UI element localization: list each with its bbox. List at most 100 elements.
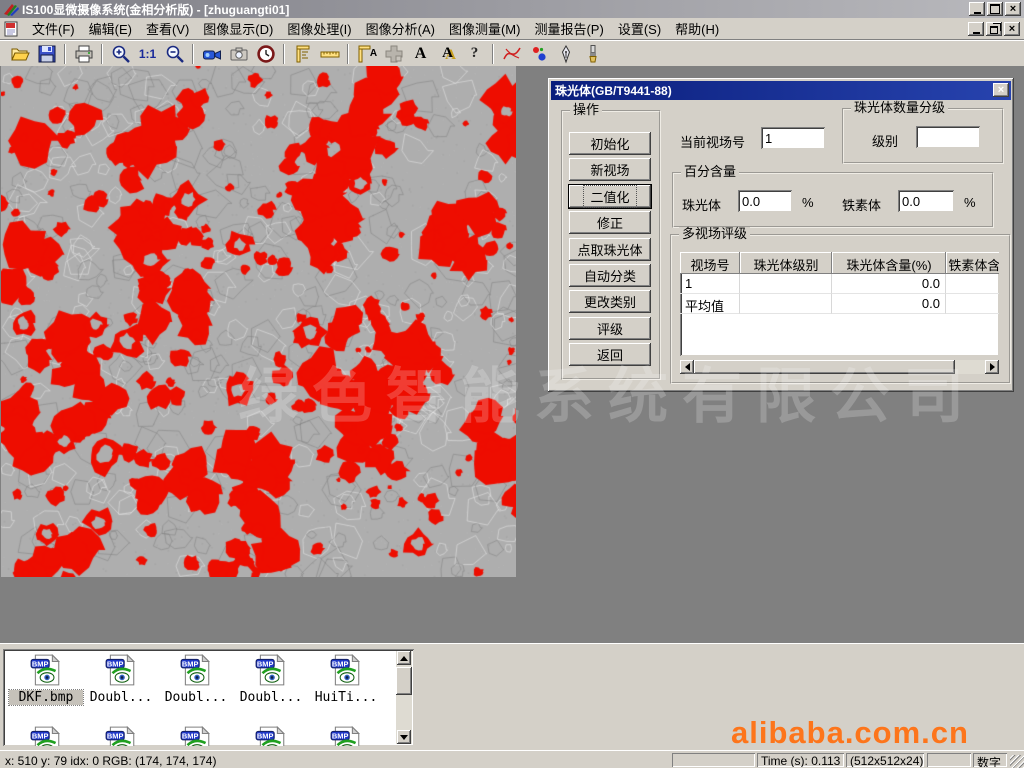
menu-item-5[interactable]: 图像处理(I) bbox=[280, 16, 358, 41]
menu-item-7[interactable]: 图像测量(M) bbox=[442, 16, 528, 41]
op-button-5[interactable]: 点取珠光体 bbox=[569, 238, 651, 261]
pen-icon[interactable] bbox=[552, 42, 579, 65]
menu-item-10[interactable]: 帮助(H) bbox=[668, 16, 726, 41]
menu-items: 文件(F)编辑(E)查看(V)图像显示(D)图像处理(I)图像分析(A)图像测量… bbox=[25, 16, 726, 41]
menu-item-3[interactable]: 查看(V) bbox=[139, 16, 196, 41]
zoom-in-icon[interactable] bbox=[107, 42, 134, 65]
help-icon[interactable]: ? bbox=[461, 42, 488, 65]
curve-icon[interactable] bbox=[498, 42, 525, 65]
menu-item-9[interactable]: 设置(S) bbox=[611, 16, 668, 41]
save-icon[interactable] bbox=[33, 42, 60, 65]
table-row-2[interactable]: 平均值 0.0 bbox=[680, 294, 999, 314]
file-item-4[interactable]: BMPDoubl... bbox=[234, 653, 308, 705]
grid-cross-icon[interactable] bbox=[380, 42, 407, 65]
op-button-6[interactable]: 自动分类 bbox=[569, 264, 651, 287]
file-item-3[interactable]: BMPDoubl... bbox=[159, 653, 233, 705]
op-button-1[interactable]: 初始化 bbox=[569, 132, 651, 155]
child-restore-button[interactable] bbox=[986, 22, 1002, 36]
op-button-8[interactable]: 评级 bbox=[569, 317, 651, 340]
close-button[interactable]: × bbox=[1005, 2, 1021, 16]
particles-icon[interactable] bbox=[525, 42, 552, 65]
menu-item-2[interactable]: 编辑(E) bbox=[82, 16, 139, 41]
actual-size-icon[interactable]: 1:1 bbox=[134, 42, 161, 65]
svg-text:BMP: BMP bbox=[107, 659, 124, 668]
scroll-right-button[interactable] bbox=[985, 360, 999, 374]
annotate-icon[interactable]: A bbox=[434, 42, 461, 65]
bmp-file-icon: BMP bbox=[159, 725, 233, 746]
zoom-out-icon[interactable] bbox=[161, 42, 188, 65]
file-item-2[interactable]: BMPDoubl... bbox=[84, 653, 158, 705]
caliper-icon[interactable] bbox=[289, 42, 316, 65]
bmp-file-icon: BMP bbox=[234, 725, 308, 746]
file-item-5[interactable]: BMPHuiTi... bbox=[309, 653, 383, 705]
svg-text:BMP: BMP bbox=[257, 731, 274, 740]
video-camera-icon[interactable] bbox=[198, 42, 225, 65]
pearlite-percent-input[interactable] bbox=[738, 190, 792, 212]
micrograph-image[interactable] bbox=[1, 66, 516, 577]
table-horizontal-scrollbar[interactable] bbox=[680, 360, 999, 374]
file-list-scrollbar[interactable] bbox=[396, 651, 412, 744]
op-button-label: 新视场 bbox=[590, 160, 629, 179]
measure-label-icon[interactable]: A bbox=[353, 42, 380, 65]
op-button-4[interactable]: 修正 bbox=[569, 211, 651, 234]
text-icon[interactable]: A bbox=[407, 42, 434, 65]
current-field-input[interactable] bbox=[761, 127, 825, 149]
percent-group-label: 百分含量 bbox=[681, 165, 739, 179]
grade-input[interactable] bbox=[916, 126, 980, 148]
table-header-2[interactable]: 珠光体级别 bbox=[740, 252, 832, 274]
help-icon-label: ? bbox=[471, 45, 479, 62]
document-icon[interactable] bbox=[3, 21, 21, 37]
op-button-7[interactable]: 更改类别 bbox=[569, 290, 651, 313]
child-close-button[interactable]: × bbox=[1004, 22, 1020, 36]
scroll-down-button[interactable] bbox=[397, 730, 411, 744]
minimize-button[interactable] bbox=[969, 2, 985, 16]
file-name: Doubl... bbox=[234, 690, 308, 705]
status-panel-empty bbox=[672, 753, 755, 767]
brush-icon[interactable] bbox=[579, 42, 606, 65]
dialog-close-button[interactable]: × bbox=[993, 83, 1009, 97]
table-header-4[interactable]: 铁素体含量(%) bbox=[946, 252, 999, 274]
menu-item-6[interactable]: 图像分析(A) bbox=[359, 16, 442, 41]
capture-icon[interactable] bbox=[225, 42, 252, 65]
menu-item-8[interactable]: 测量报告(P) bbox=[527, 16, 610, 41]
file-item-row2-5[interactable]: BMP bbox=[309, 725, 383, 746]
file-item-row2-1[interactable]: BMP bbox=[9, 725, 83, 746]
table-header-3[interactable]: 珠光体含量(%) bbox=[832, 252, 946, 274]
table-row-1[interactable]: 10.0 bbox=[680, 274, 999, 294]
toolbar: 1:1AAA? bbox=[0, 40, 1024, 66]
open-file-icon[interactable] bbox=[6, 42, 33, 65]
scrollbar-thumb[interactable] bbox=[396, 667, 412, 695]
dialog-title-bar[interactable]: 珠光体(GB/T9441-88) × bbox=[551, 81, 1011, 100]
bmp-file-icon: BMP bbox=[9, 725, 83, 746]
toolbar-separator bbox=[64, 44, 66, 64]
scroll-up-button[interactable] bbox=[397, 651, 411, 665]
op-button-9[interactable]: 返回 bbox=[569, 343, 651, 366]
scroll-left-button[interactable] bbox=[680, 360, 694, 374]
toolbar-separator bbox=[101, 44, 103, 64]
ruler-icon[interactable] bbox=[316, 42, 343, 65]
rating-table[interactable]: 视场号珠光体级别珠光体含量(%)铁素体含量(%)10.0平均值 0.0 bbox=[680, 252, 999, 356]
svg-text:BMP: BMP bbox=[182, 731, 199, 740]
ferrite-percent-input[interactable] bbox=[898, 190, 954, 212]
table-header-1[interactable]: 视场号 bbox=[680, 252, 740, 274]
toolbar-separator bbox=[347, 44, 349, 64]
timer-icon[interactable] bbox=[252, 42, 279, 65]
child-minimize-button[interactable] bbox=[968, 22, 984, 36]
op-button-3[interactable]: 二值化 bbox=[569, 185, 651, 208]
file-item-row2-3[interactable]: BMP bbox=[159, 725, 233, 746]
file-item-row2-4[interactable]: BMP bbox=[234, 725, 308, 746]
table-cell: 0.0 bbox=[832, 294, 946, 314]
op-button-2[interactable]: 新视场 bbox=[569, 158, 651, 181]
file-item-row2-2[interactable]: BMP bbox=[84, 725, 158, 746]
rating-group: 多视场评级 视场号珠光体级别珠光体含量(%)铁素体含量(%)10.0平均值0.0 bbox=[670, 234, 1011, 384]
grade-group: 珠光体数量分级 级别 bbox=[842, 108, 1004, 164]
svg-text:BMP: BMP bbox=[332, 731, 349, 740]
scrollbar-thumb[interactable] bbox=[694, 360, 955, 374]
maximize-button[interactable] bbox=[987, 2, 1003, 16]
file-item-1[interactable]: BMPDKF.bmp bbox=[9, 653, 83, 705]
table-cell: 平均值 bbox=[680, 294, 740, 314]
print-icon[interactable] bbox=[70, 42, 97, 65]
menu-item-1[interactable]: 文件(F) bbox=[25, 16, 82, 41]
resize-grip[interactable] bbox=[1010, 755, 1024, 768]
menu-item-4[interactable]: 图像显示(D) bbox=[196, 16, 280, 41]
